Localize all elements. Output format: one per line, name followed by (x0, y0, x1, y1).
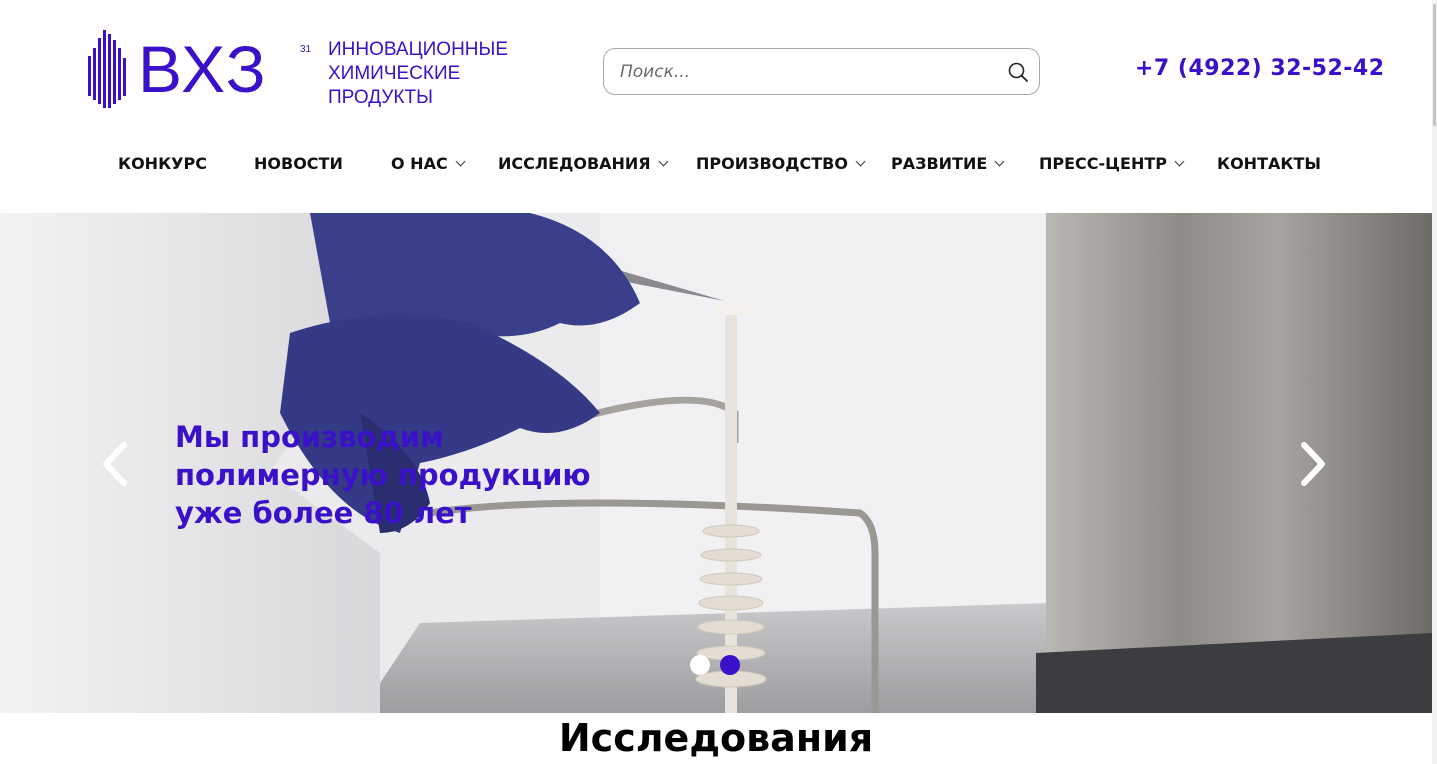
chevron-down-icon (855, 156, 866, 167)
slide-headline: Мы производим полимерную продукцию уже б… (175, 418, 591, 532)
nav-item-label: НОВОСТИ (254, 154, 343, 173)
nav-item-research[interactable]: ИССЛЕДОВАНИЯ (498, 154, 669, 173)
chevron-down-icon (455, 156, 466, 167)
nav-item-about[interactable]: О НАС (391, 154, 466, 173)
nav-item-label: КОНТАКТЫ (1217, 154, 1321, 173)
nav-item-contest[interactable]: КОНКУРС (118, 154, 207, 173)
hero-slider: Мы производим полимерную продукцию уже б… (0, 213, 1432, 713)
logo-tagline-line: ИННОВАЦИОННЫЕ (328, 39, 509, 60)
main-nav: КОНКУРС НОВОСТИ О НАС ИССЛЕДОВАНИЯ ПРОИЗ… (0, 148, 1437, 188)
slide-headline-line: уже более 80 лет (175, 496, 472, 530)
site-header: ВХЗ 31 ИННОВАЦИОННЫЕ ХИМИЧЕСКИЕ ПРОДУКТЫ… (0, 0, 1437, 213)
slide-headline-line: полимерную продукцию (175, 458, 591, 492)
nav-item-label: РАЗВИТИЕ (891, 154, 988, 173)
nav-item-production[interactable]: ПРОИЗВОДСТВО (696, 154, 866, 173)
logo-superscript: 31 (300, 44, 312, 55)
phone-link[interactable]: +7 (4922) 32-52-42 (1135, 56, 1385, 81)
slider-pagination (690, 655, 740, 675)
nav-item-label: О НАС (391, 154, 448, 173)
nav-item-label: ПРОИЗВОДСТВО (696, 154, 848, 173)
nav-item-label: КОНКУРС (118, 154, 207, 173)
slide-headline-line: Мы производим (175, 420, 444, 454)
nav-item-contacts[interactable]: КОНТАКТЫ (1217, 154, 1321, 173)
logo-bars-icon (88, 30, 126, 108)
nav-item-label: ИССЛЕДОВАНИЯ (498, 154, 651, 173)
nav-item-label: ПРЕСС-ЦЕНТР (1039, 154, 1167, 173)
search-box (603, 48, 1040, 95)
nav-item-press-center[interactable]: ПРЕСС-ЦЕНТР (1039, 154, 1185, 173)
section-title: Исследования (558, 716, 874, 760)
scrollbar-thumb[interactable] (1433, 4, 1436, 126)
chevron-right-icon[interactable] (1296, 441, 1330, 487)
chevron-down-icon (994, 156, 1005, 167)
chevron-left-icon[interactable] (98, 441, 132, 487)
logo-wordmark: ВХЗ (138, 32, 268, 106)
slider-dot-2[interactable] (720, 655, 740, 675)
nav-item-news[interactable]: НОВОСТИ (254, 154, 343, 173)
nav-item-development[interactable]: РАЗВИТИЕ (891, 154, 1005, 173)
slider-dot-1[interactable] (690, 655, 710, 675)
logo-tagline-line: ХИМИЧЕСКИЕ (328, 63, 461, 84)
logo-tagline: ИННОВАЦИОННЫЕ ХИМИЧЕСКИЕ ПРОДУКТЫ (328, 38, 538, 110)
search-icon[interactable] (1007, 61, 1029, 83)
logo-tagline-line: ПРОДУКТЫ (328, 87, 433, 108)
logo[interactable]: ВХЗ 31 ИННОВАЦИОННЫЕ ХИМИЧЕСКИЕ ПРОДУКТЫ (88, 30, 528, 110)
chevron-down-icon (1174, 156, 1185, 167)
search-input[interactable] (620, 60, 990, 84)
chevron-down-icon (658, 156, 669, 167)
